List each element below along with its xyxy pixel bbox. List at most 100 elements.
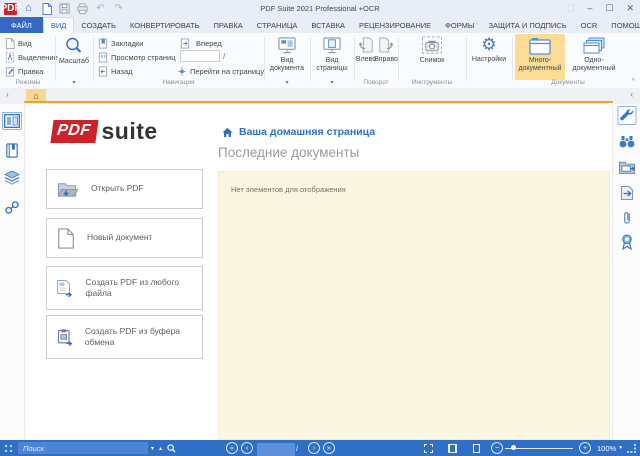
single-document-button[interactable]: Одно-документный xyxy=(569,34,619,80)
tab-insert[interactable]: ВСТАВКА xyxy=(304,17,352,33)
resize-grip[interactable] xyxy=(627,444,636,453)
ribbon-group-settings: ⚙ Настройки xyxy=(467,33,511,88)
tab-protect-sign[interactable]: ЗАЩИТА И ПОДПИСЬ xyxy=(482,17,574,33)
tab-page[interactable]: СТРАНИЦА xyxy=(250,17,305,33)
snapshot-camera-icon xyxy=(421,36,443,55)
next-page-button[interactable]: › xyxy=(308,440,320,456)
ribbon-group-modes: Вид Выделение Правка Режимы xyxy=(2,33,54,88)
fit-screen-icon[interactable] xyxy=(424,440,433,456)
logo-pdf-mark: PDF xyxy=(50,120,98,143)
previous-page-button[interactable]: ‹ xyxy=(241,440,253,456)
export-folder-icon[interactable] xyxy=(618,160,635,174)
forward-button[interactable]: Вперед xyxy=(180,37,222,49)
pdf-suite-logo: PDF suite xyxy=(52,116,158,146)
create-pdf-from-clipboard-button[interactable]: Создать PDF из буфера обмена xyxy=(46,315,203,359)
edit-mode-button[interactable]: Правка xyxy=(5,65,43,77)
page-view-panel-button[interactable]: Просмотр страниц xyxy=(98,51,176,63)
last-page-button[interactable]: » xyxy=(323,440,335,456)
gear-icon: ⚙ xyxy=(481,35,496,54)
close-button[interactable]: ✕ xyxy=(626,3,634,14)
document-view-button[interactable]: Вид документа xyxy=(267,36,307,74)
bookmarks-book-icon[interactable] xyxy=(6,143,19,158)
maximize-button[interactable]: ☐ xyxy=(605,3,613,14)
tab-forms[interactable]: ФОРМЫ xyxy=(438,17,481,33)
send-document-icon[interactable] xyxy=(619,185,634,201)
zoom-in-button[interactable]: + xyxy=(579,440,591,456)
zoom-out-button[interactable]: − xyxy=(491,440,503,456)
tab-ocr[interactable]: OCR xyxy=(574,17,605,33)
new-document-button[interactable]: Новый документ xyxy=(46,218,203,258)
recent-documents-title: Последние документы xyxy=(218,145,359,160)
tab-view[interactable]: ВИД xyxy=(43,17,74,33)
status-bar: ▾ ▴ « ‹ / › » − + 100% ▾ xyxy=(0,440,640,456)
tools-wrench-icon[interactable] xyxy=(617,106,636,125)
search-go-icon[interactable] xyxy=(167,440,176,456)
doc-view-dropdown-caret[interactable]: ▾ xyxy=(265,80,309,86)
monitor-page-icon xyxy=(322,36,342,55)
chevron-down-icon: ▾ xyxy=(619,445,622,451)
layers-icon[interactable] xyxy=(4,170,20,185)
search-input[interactable] xyxy=(18,442,148,454)
home-icon: ⌂ xyxy=(33,91,38,101)
first-page-button[interactable]: « xyxy=(226,440,238,456)
left-panel-toolbar xyxy=(0,104,25,440)
collapse-ribbon-button[interactable]: ^ xyxy=(632,78,635,85)
ribbon-group-navigation: Закладки Просмотр страниц Назад Вперед /… xyxy=(94,33,263,88)
page-view-button[interactable]: Вид страницы xyxy=(313,36,351,74)
view-mode-button[interactable]: Вид xyxy=(5,37,32,49)
tab-help[interactable]: ПОМОЩЬ xyxy=(604,17,640,33)
status-grid-icon[interactable] xyxy=(4,440,13,456)
bookmarks-button[interactable]: Закладки xyxy=(98,37,143,49)
group-label-tools: Инструменты xyxy=(399,79,465,86)
status-page-number-input[interactable] xyxy=(257,443,295,456)
settings-button[interactable]: ⚙ Настройки xyxy=(469,35,509,64)
goto-page-button[interactable]: Перейти на страницу xyxy=(177,65,264,77)
select-mode-button[interactable]: Выделение xyxy=(5,51,58,63)
tab-edit[interactable]: ПРАВКА xyxy=(207,17,250,33)
actual-size-icon[interactable] xyxy=(473,440,480,456)
blank-page-icon xyxy=(56,227,76,250)
fullscreen-button[interactable]: ⛶ xyxy=(568,3,574,14)
group-label-navigation: Навигация xyxy=(94,79,263,86)
create-pdf-from-file-button[interactable]: Создать PDF из любого файла xyxy=(46,266,203,310)
tab-review[interactable]: РЕЦЕНЗИРОВАНИЕ xyxy=(352,17,438,33)
ribbon-tab-bar: ФАЙЛ ВИД СОЗДАТЬ КОНВЕРТИРОВАТЬ ПРАВКА С… xyxy=(0,17,640,33)
home-page-title: Ваша домашняя страница xyxy=(239,126,375,138)
search-next-icon[interactable]: ▴ xyxy=(159,440,162,456)
rotate-left-icon xyxy=(358,36,374,54)
page-count-separator: / xyxy=(223,52,225,61)
document-tab-bar: › ⌂ ‹ xyxy=(0,88,640,104)
search-binoculars-icon[interactable] xyxy=(619,135,635,148)
thumbnails-icon[interactable] xyxy=(2,112,22,130)
ribbon-group-page-view: Вид страницы ▾ xyxy=(311,33,353,88)
fit-width-icon[interactable] xyxy=(448,440,457,456)
open-folder-icon xyxy=(56,179,80,200)
empty-list-message: Нет элементов для отображения xyxy=(231,185,597,194)
single-document-icon xyxy=(583,37,605,55)
rotate-right-button[interactable]: Вправо xyxy=(376,36,396,64)
scroll-tabs-right-icon[interactable]: ‹ xyxy=(630,90,633,99)
back-button[interactable]: Назад xyxy=(98,65,133,77)
titlebar: PDF ⌂ ↶ ↷ PDF Suite 2021 Professional +O… xyxy=(0,0,640,17)
open-pdf-button[interactable]: Открыть PDF xyxy=(46,169,203,209)
multi-document-button[interactable]: Много-документный xyxy=(515,34,565,80)
snapshot-button[interactable]: Снимок xyxy=(413,36,451,65)
minimize-button[interactable]: – xyxy=(587,3,592,13)
rotate-left-button[interactable]: Влево xyxy=(356,36,376,64)
link-icon[interactable] xyxy=(5,200,20,215)
zoom-dropdown-caret[interactable]: ▾ xyxy=(56,80,92,86)
tab-file[interactable]: ФАЙЛ xyxy=(0,17,43,33)
monitor-blocks-icon xyxy=(277,36,297,55)
zoom-slider-handle[interactable] xyxy=(511,445,516,450)
search-prev-icon[interactable]: ▾ xyxy=(151,440,154,456)
zoom-level-dropdown[interactable]: 100% ▾ xyxy=(597,440,622,456)
page-view-dropdown-caret[interactable]: ▾ xyxy=(311,80,353,86)
paperclip-icon[interactable] xyxy=(621,210,632,225)
zoom-button[interactable]: Масштаб xyxy=(58,36,90,66)
ribbon-group-rotate: Влево Вправо Поворот xyxy=(355,33,397,88)
certificate-badge-icon[interactable] xyxy=(621,234,633,250)
tab-create[interactable]: СОЗДАТЬ xyxy=(74,17,123,33)
tab-convert[interactable]: КОНВЕРТИРОВАТЬ xyxy=(123,17,207,33)
ribbon-page-number-input[interactable] xyxy=(180,50,220,62)
scroll-tabs-left-icon[interactable]: › xyxy=(6,90,9,99)
